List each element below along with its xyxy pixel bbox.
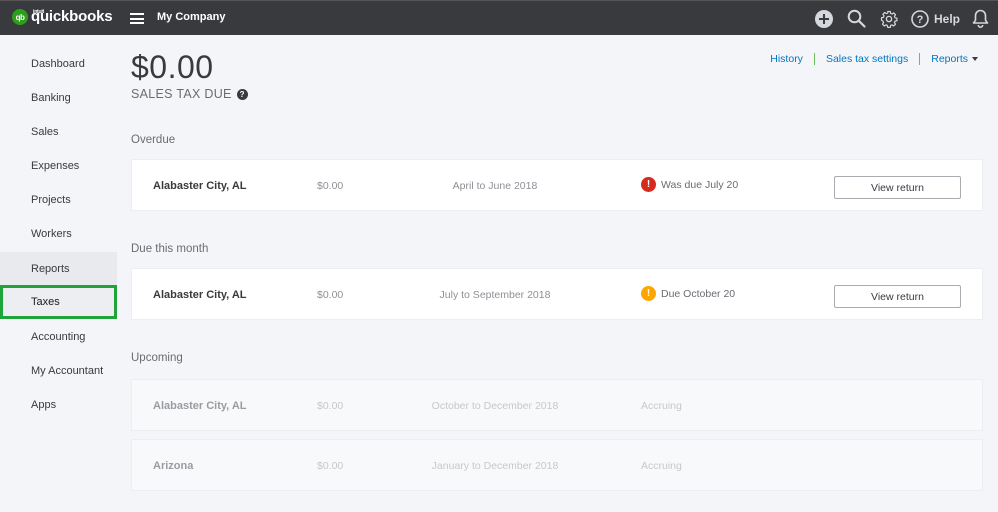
top-bar: qb intuit quickbooks My Company ? Help [0,0,998,35]
status-text: Accruing [641,400,682,412]
tax-return-row: Alabaster City, AL $0.00 July to Septemb… [131,268,983,320]
gear-icon[interactable] [880,10,898,28]
svg-text:?: ? [917,14,924,26]
sidebar-item-expenses[interactable]: Expenses [0,149,117,183]
row-status: ! Due October 20 [641,286,735,301]
row-status: ! Was due July 20 [641,177,738,192]
sales-tax-due-text: SALES TAX DUE [131,87,232,101]
sidebar-item-projects[interactable]: Projects [0,183,117,217]
help-button[interactable]: ? Help [911,9,972,28]
question-icon[interactable]: ? [236,88,248,100]
sidebar-item-banking[interactable]: Banking [0,81,117,115]
view-return-button[interactable]: View return [834,176,961,199]
row-period: October to December 2018 [431,400,559,412]
tax-return-row: Arizona $0.00 January to December 2018 A… [131,439,983,491]
sidebar-item-dashboard[interactable]: Dashboard [0,47,117,81]
caret-down-icon [972,57,978,62]
agency-name: Arizona [153,460,194,472]
agency-name: Alabaster City, AL [153,180,247,192]
status-text: Due October 20 [661,287,736,300]
row-period: January to December 2018 [431,460,559,472]
help-icon: ? [911,9,929,28]
notifications-bell-icon[interactable] [972,9,989,28]
section-title-upcoming: Upcoming [131,352,183,364]
row-status: Accruing [641,460,682,472]
section-title-overdue: Overdue [131,134,176,146]
section-title-due-this-month: Due this month [131,243,209,255]
menu-icon[interactable] [130,13,144,24]
reports-dropdown[interactable]: Reports [931,53,978,65]
sales-tax-settings-link[interactable]: Sales tax settings [826,53,908,65]
sidebar-item-taxes[interactable]: Taxes [0,285,117,319]
agency-name: Alabaster City, AL [153,289,247,301]
help-label: Help [933,11,960,26]
link-divider [919,53,921,65]
quickbooks-logo[interactable]: qb intuit quickbooks [12,9,113,25]
sales-tax-due-amount: $0.00 [131,49,214,85]
row-status: Accruing [641,400,682,412]
history-link[interactable]: History [770,53,803,65]
sidebar-item-sales[interactable]: Sales [0,115,117,149]
sidebar-nav: Dashboard Banking Sales Expenses Project… [0,35,117,512]
sidebar-item-my-accountant[interactable]: My Accountant [0,354,117,388]
header-links: History Sales tax settings Reports [770,53,978,65]
view-return-button[interactable]: View return [834,285,961,308]
agency-name: Alabaster City, AL [153,400,247,412]
row-amount: $0.00 [317,289,344,301]
sidebar-item-accounting[interactable]: Accounting [0,320,117,354]
tax-return-row: Alabaster City, AL $0.00 April to June 2… [131,159,983,211]
reports-label: Reports [931,53,968,65]
due-warning-icon: ! [641,286,656,301]
sidebar-item-workers[interactable]: Workers [0,217,117,251]
status-text: Accruing [641,460,682,472]
sales-tax-due-label: SALES TAX DUE ? [131,87,248,101]
link-divider [813,53,815,65]
tax-return-row: Alabaster City, AL $0.00 October to Dece… [131,379,983,431]
overdue-alert-icon: ! [641,177,656,192]
row-amount: $0.00 [317,460,344,472]
sidebar-item-apps[interactable]: Apps [0,388,117,422]
row-period: July to September 2018 [439,289,551,301]
intuit-label: intuit [33,9,45,15]
row-amount: $0.00 [317,180,344,192]
search-icon[interactable] [847,9,866,28]
row-period: April to June 2018 [452,180,538,192]
company-name: My Company [157,11,226,23]
qb-logo-icon: qb [12,9,28,25]
sidebar-item-reports[interactable]: Reports [0,252,117,286]
new-plus-icon[interactable] [814,9,833,28]
status-text: Was due July 20 [661,178,739,191]
row-amount: $0.00 [317,400,344,412]
